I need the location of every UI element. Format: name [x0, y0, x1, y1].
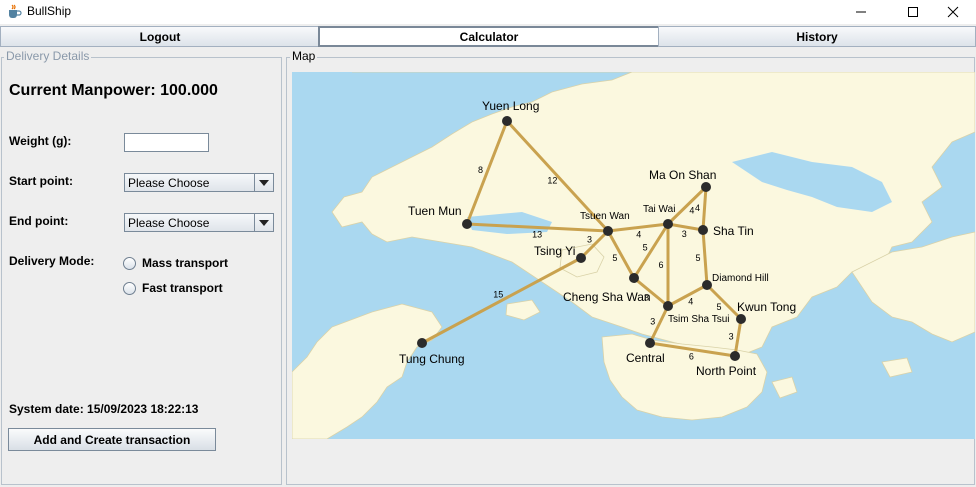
close-button[interactable] [930, 0, 976, 24]
station-node-tuen-mun[interactable] [462, 219, 472, 229]
map-title: Map [290, 49, 318, 63]
end-point-label: End point: [9, 214, 69, 228]
station-node-tsing-yi[interactable] [576, 253, 586, 263]
close-icon [947, 6, 959, 18]
start-point-value: Please Choose [128, 176, 210, 190]
delivery-details-title: Delivery Details [4, 49, 92, 63]
station-label-tai-wai: Tai Wai [643, 204, 675, 215]
title-bar: BullShip [0, 0, 976, 24]
minimize-icon [856, 11, 866, 13]
station-node-yuen-long[interactable] [502, 116, 512, 126]
route-distance-label: 6 [689, 351, 694, 361]
window-title: BullShip [27, 4, 72, 18]
station-label-central: Central [626, 351, 665, 365]
route-distance-label: 13 [532, 229, 542, 239]
start-point-label: Start point: [9, 174, 73, 188]
station-label-sha-tin: Sha Tin [713, 224, 754, 238]
route-distance-label: 5 [612, 253, 617, 263]
route-distance-label: 4 [688, 297, 693, 307]
tab-history[interactable]: History [658, 26, 976, 47]
station-label-tung-chung: Tung Chung [399, 352, 465, 366]
tab-logout[interactable]: Logout [0, 26, 320, 47]
weight-input[interactable] [124, 133, 209, 152]
start-point-select[interactable]: Please Choose [124, 173, 274, 192]
tab-calculator[interactable]: Calculator [318, 26, 660, 47]
minimize-button[interactable] [838, 0, 884, 24]
station-label-yuen-long: Yuen Long [482, 99, 539, 113]
station-node-diamond-hill[interactable] [702, 280, 712, 290]
chevron-down-icon[interactable] [254, 214, 273, 231]
route-distance-label: 15 [493, 289, 503, 299]
station-node-tung-chung[interactable] [417, 338, 427, 348]
station-label-tsing-yi: Tsing Yi [534, 244, 575, 258]
fast-transport-label: Fast transport [142, 281, 223, 295]
route-distance-label: 3 [682, 229, 687, 239]
route-distance-label: 3 [729, 331, 734, 341]
system-date: System date: 15/09/2023 18:22:13 [9, 402, 198, 416]
map-canvas: 81213 4354345653 4533615 Yuen LongTuen Mun… [292, 72, 975, 439]
station-node-tsim-sha-tsui[interactable] [663, 301, 673, 311]
current-manpower: Current Manpower: 100.000 [9, 82, 218, 99]
station-label-cheng-sha-wan: Cheng Sha Wan [563, 290, 651, 304]
route-distance-label: 5 [643, 242, 648, 252]
route-distance-label: 5 [696, 253, 701, 263]
station-node-north-point[interactable] [730, 351, 740, 361]
system-date-value: 15/09/2023 18:22:13 [87, 402, 199, 416]
route-distance-label: 3 [587, 235, 592, 245]
station-node-tai-wai[interactable] [663, 219, 673, 229]
route-distance-label: 5 [717, 302, 722, 312]
station-label-kwun-tong: Kwun Tong [737, 300, 796, 314]
station-node-kwun-tong[interactable] [736, 314, 746, 324]
station-node-cheng-sha-wan[interactable] [629, 273, 639, 283]
route-tsing-yi-tung-chung [420, 256, 583, 345]
add-transaction-button[interactable]: Add and Create transaction [8, 428, 216, 451]
weight-label: Weight (g): [9, 134, 72, 148]
station-node-tsuen-wan[interactable] [603, 226, 613, 236]
station-label-tuen-mun: Tuen Mun [408, 204, 462, 218]
route-distance-label: 4 [636, 229, 641, 239]
mass-transport-label: Mass transport [142, 256, 229, 270]
hong-kong-map: 8 12 13 4 3 5 4 3 4 5 6 5 3 4 5 3 3 6 15 Yuen Long Tuen Mun… [292, 72, 975, 439]
route-distance-label: 4 [695, 203, 700, 213]
maximize-icon [908, 7, 918, 17]
radio-circle-icon[interactable] [123, 256, 136, 270]
route-distance-label: 3 [650, 316, 655, 326]
route-distance-label: 12 [547, 176, 557, 186]
end-point-value: Please Choose [128, 216, 210, 230]
chevron-down-icon[interactable] [254, 174, 273, 191]
route-distance-label: 8 [478, 165, 483, 175]
fast-transport-radio[interactable]: Fast transport [123, 281, 223, 295]
tab-bar: Logout Calculator History [0, 26, 976, 47]
mass-transport-radio[interactable]: Mass transport [123, 256, 228, 270]
station-label-diamond-hill: Diamond Hill [712, 273, 769, 284]
delivery-mode-label: Delivery Mode: [9, 254, 95, 268]
route-distance-label: 4 [689, 206, 694, 216]
end-point-select[interactable]: Please Choose [124, 213, 274, 232]
station-node-central[interactable] [645, 338, 655, 348]
station-label-north-point: North Point [696, 364, 757, 378]
station-node-ma-on-shan[interactable] [701, 182, 711, 192]
radio-circle-icon[interactable] [123, 281, 136, 295]
land [292, 72, 975, 439]
station-label-ma-on-shan: Ma On Shan [649, 168, 716, 182]
station-label-tsuen-wan: Tsuen Wan [580, 211, 630, 222]
route-distance-label: 6 [658, 260, 663, 270]
java-cup-icon [9, 4, 22, 18]
station-node-sha-tin[interactable] [698, 225, 708, 235]
station-label-tsim-sha-tsui: Tsim Sha Tsui [668, 314, 730, 325]
delivery-details-panel [1, 57, 282, 485]
system-date-label: System date: [9, 402, 84, 416]
